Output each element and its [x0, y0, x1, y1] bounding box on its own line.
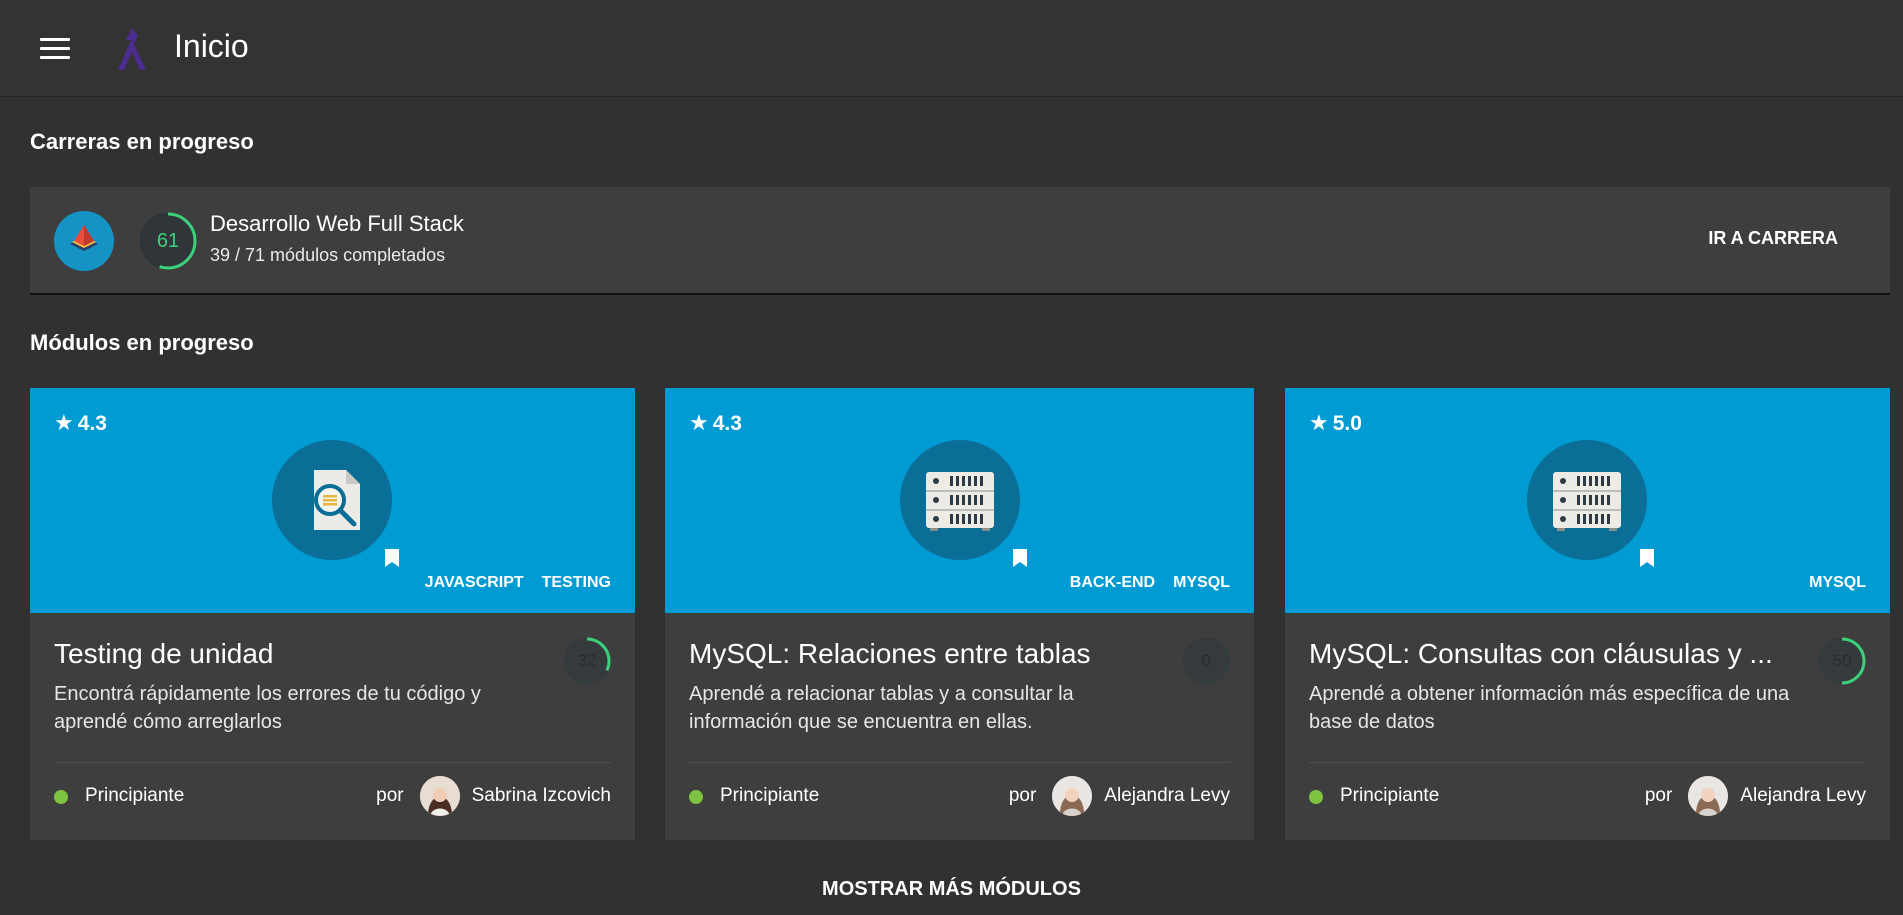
career-progress-value: 61: [156, 230, 180, 252]
star-icon: ★: [1309, 410, 1329, 435]
divider: [54, 762, 611, 763]
module-level: Principiante: [1340, 785, 1440, 806]
module-card[interactable]: ★ 5.0 MYSQL MySQL: Consultas con cláusula…: [1285, 388, 1890, 840]
module-progress-ring: 32: [562, 636, 612, 686]
by-label: por: [1008, 785, 1037, 806]
module-tags: MYSQL: [1791, 574, 1866, 592]
by-label: por: [376, 785, 404, 806]
module-progress-ring: 0: [1181, 636, 1231, 686]
author-name: Alejandra Levy: [1740, 785, 1866, 806]
star-icon: ★: [54, 410, 74, 435]
module-title: MySQL: Consultas con cláusulas y ...: [1309, 638, 1773, 669]
level-dot-icon: [1309, 790, 1323, 804]
module-level: Principiante: [720, 785, 820, 806]
go-to-career-button[interactable]: IR A CARRERA: [1708, 228, 1838, 249]
tag: BACK-END: [1069, 574, 1156, 591]
show-more-modules-button[interactable]: MOSTRAR MÁS MÓDULOS: [0, 878, 1903, 901]
module-progress-value: 32: [577, 651, 597, 670]
level-dot-icon: [54, 790, 68, 804]
module-card-hero: ★ 4.3 BACK-END MYSQL: [665, 388, 1254, 613]
author-name: Alejandra Levy: [1104, 785, 1230, 806]
tag: JAVASCRIPT: [424, 574, 524, 591]
page-title: Inicio: [174, 28, 249, 64]
module-progress-ring: 50: [1817, 636, 1867, 686]
module-progress-value: 0: [1201, 651, 1211, 670]
career-modules-completed: 39 / 71 módulos completados: [210, 245, 446, 265]
module-card-hero: ★ 4.3 JAVASCRIPT TESTING: [30, 388, 635, 613]
avatar: [1052, 776, 1093, 816]
module-rating: ★ 5.0: [1309, 410, 1362, 435]
bookmark-icon[interactable]: [385, 549, 399, 567]
divider: [1309, 762, 1866, 763]
module-progress-value: 50: [1832, 651, 1852, 670]
module-card[interactable]: ★ 4.3 BACK-END MYSQL MySQL: Relaciones ent…: [665, 388, 1254, 840]
document-search-icon: [272, 440, 392, 560]
module-author: por Sabrina Izcovich: [376, 776, 611, 816]
divider: [689, 762, 1230, 763]
hamburger-menu-icon[interactable]: [40, 38, 70, 60]
top-bar: Inicio: [0, 0, 1903, 97]
star-icon: ★: [689, 410, 709, 435]
module-tags: BACK-END MYSQL: [1052, 574, 1230, 592]
avatar: [1688, 776, 1729, 816]
module-card-hero: ★ 5.0 MYSQL: [1285, 388, 1890, 613]
tag: TESTING: [541, 574, 611, 591]
module-rating: ★ 4.3: [689, 410, 742, 435]
module-description: Encontrá rápidamente los errores de tu c…: [54, 683, 481, 733]
modules-section-title: Módulos en progreso: [30, 330, 254, 355]
module-tags: JAVASCRIPT TESTING: [407, 574, 611, 592]
bookmark-icon[interactable]: [1013, 549, 1027, 567]
logo-icon: [118, 28, 146, 70]
career-card: 61 Desarrollo Web Full Stack 39 / 71 mód…: [30, 187, 1890, 295]
server-icon: [1527, 440, 1647, 560]
career-name: Desarrollo Web Full Stack: [210, 211, 464, 236]
server-icon: [900, 440, 1020, 560]
author-name: Sabrina Izcovich: [471, 785, 611, 806]
tag: MYSQL: [1809, 574, 1866, 591]
level-dot-icon: [689, 790, 703, 804]
module-description: Aprendé a obtener información más especí…: [1309, 683, 1790, 733]
career-pyramid-icon: [54, 211, 114, 271]
module-description: Aprendé a relacionar tablas y a consulta…: [689, 683, 1074, 733]
module-title: Testing de unidad: [54, 638, 274, 669]
career-progress-ring: 61: [138, 211, 198, 271]
avatar: [419, 776, 460, 816]
tag: MYSQL: [1173, 574, 1230, 591]
module-author: por Alejandra Levy: [1645, 776, 1866, 816]
by-label: por: [1644, 785, 1673, 806]
module-title: MySQL: Relaciones entre tablas: [689, 638, 1091, 669]
module-level: Principiante: [85, 785, 185, 806]
module-rating: ★ 4.3: [54, 410, 107, 435]
module-card[interactable]: ★ 4.3 JAVASCRIPT TESTING Testing de unidad…: [30, 388, 635, 840]
module-author: por Alejandra Levy: [1009, 776, 1230, 816]
careers-section-title: Carreras en progreso: [30, 129, 254, 154]
bookmark-icon[interactable]: [1640, 549, 1654, 567]
